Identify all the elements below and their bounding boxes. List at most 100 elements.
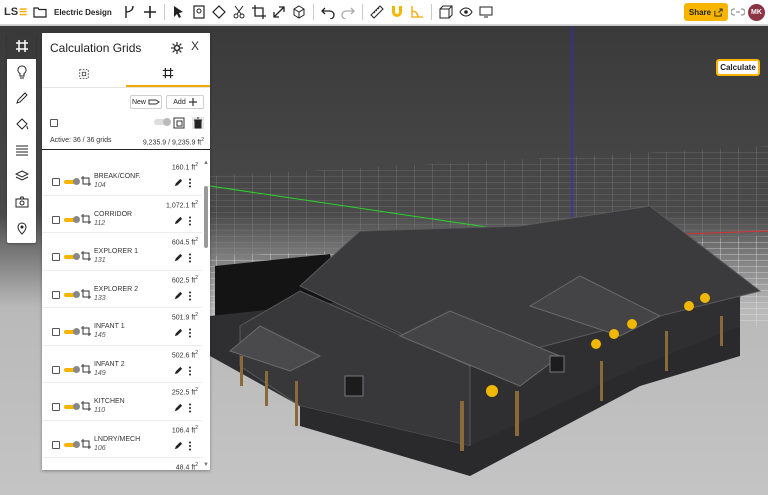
materials-tool[interactable] bbox=[7, 111, 36, 137]
calculate-button[interactable]: Calculate bbox=[716, 59, 760, 76]
grid-visibility-toggle[interactable] bbox=[64, 365, 80, 373]
folder-icon[interactable] bbox=[30, 0, 50, 25]
grid-list-scrollbar[interactable]: ▲ ▼ bbox=[202, 158, 210, 470]
grid-list[interactable]: 160.1 ft2 BREAK/CONF. 104 1,072.1 ft2 CO… bbox=[42, 158, 202, 470]
grid-visibility-toggle[interactable] bbox=[64, 290, 80, 298]
close-icon[interactable]: X bbox=[191, 39, 199, 53]
edit-pencil-icon[interactable] bbox=[174, 403, 183, 412]
grid-row[interactable]: 252.5 ft2 KITCHEN 110 bbox=[42, 383, 202, 421]
grid-checkbox[interactable] bbox=[52, 215, 60, 224]
magnet-icon[interactable] bbox=[387, 0, 407, 25]
grid-checkbox[interactable] bbox=[52, 440, 60, 449]
crop-icon[interactable] bbox=[81, 363, 91, 374]
grid-visibility-toggle[interactable] bbox=[64, 215, 80, 223]
draw-tool[interactable] bbox=[7, 85, 36, 111]
grid-row[interactable]: 604.5 ft2 EXPLORER 1 131 bbox=[42, 233, 202, 271]
share-button[interactable]: Share bbox=[684, 3, 728, 21]
crop-icon[interactable] bbox=[81, 438, 91, 449]
crop-icon[interactable] bbox=[81, 288, 91, 299]
scroll-thumb[interactable] bbox=[204, 186, 208, 248]
app: LS ☰ Electric Design Share MK Calculate … bbox=[0, 0, 768, 495]
grid-visibility-toggle[interactable] bbox=[64, 328, 80, 335]
grid-checkbox[interactable] bbox=[52, 290, 60, 299]
cube-dropdown-icon[interactable] bbox=[289, 0, 309, 25]
user-avatar[interactable]: MK bbox=[748, 4, 765, 21]
edit-pencil-icon[interactable] bbox=[174, 328, 183, 337]
grid-visibility-toggle[interactable] bbox=[64, 403, 80, 410]
more-options-icon[interactable] bbox=[188, 253, 192, 263]
crop-icon[interactable] bbox=[81, 326, 91, 336]
edit-pencil-icon[interactable] bbox=[174, 291, 183, 300]
more-options-icon[interactable] bbox=[188, 216, 192, 226]
copy-icon[interactable] bbox=[173, 117, 185, 129]
link-icon[interactable] bbox=[731, 5, 745, 19]
grid-name: INFANT 1 bbox=[94, 323, 125, 330]
scissors-icon[interactable] bbox=[229, 0, 249, 25]
grid-row[interactable]: 602.5 ft2 EXPLORER 2 133 bbox=[42, 271, 202, 308]
layers-list-tool[interactable] bbox=[7, 137, 36, 163]
angle-icon[interactable] bbox=[407, 0, 427, 25]
grid-hash-icon bbox=[15, 40, 28, 52]
grid-checkbox[interactable] bbox=[52, 365, 60, 374]
grid-row[interactable]: 1,072.1 ft2 CORRIDOR 112 bbox=[42, 196, 202, 233]
more-options-icon[interactable] bbox=[188, 366, 192, 376]
grid-checkbox[interactable] bbox=[52, 253, 60, 261]
crop-icon[interactable] bbox=[81, 401, 91, 411]
grid-row[interactable]: 501.9 ft2 INFANT 1 145 bbox=[42, 308, 202, 346]
more-options-icon[interactable] bbox=[188, 291, 192, 301]
branch-icon[interactable] bbox=[120, 0, 140, 25]
calculation-grids-tool[interactable] bbox=[7, 33, 36, 59]
screen-icon[interactable] bbox=[476, 0, 496, 25]
eye-icon[interactable] bbox=[456, 0, 476, 25]
place-fixture-icon[interactable] bbox=[189, 0, 209, 25]
more-options-icon[interactable] bbox=[188, 403, 192, 413]
redo-icon[interactable] bbox=[338, 0, 358, 25]
grid-visibility-toggle[interactable] bbox=[64, 178, 80, 185]
view-cube-icon[interactable] bbox=[436, 0, 456, 25]
location-tool[interactable] bbox=[7, 215, 36, 241]
area-unit-sup: 2 bbox=[195, 349, 198, 356]
scroll-down-icon[interactable]: ▼ bbox=[203, 462, 209, 468]
lighting-tool[interactable] bbox=[7, 59, 36, 85]
layers-tool[interactable] bbox=[7, 163, 36, 189]
new-grid-button[interactable]: New bbox=[130, 95, 162, 109]
grid-row[interactable]: 502.6 ft2 INFANT 2 149 bbox=[42, 346, 202, 383]
crop-icon[interactable] bbox=[249, 0, 269, 25]
edit-pencil-icon[interactable] bbox=[174, 366, 183, 375]
gear-icon[interactable] bbox=[171, 42, 183, 54]
rotate-icon[interactable] bbox=[209, 0, 229, 25]
add-grid-button[interactable]: Add bbox=[166, 95, 204, 109]
grid-row[interactable]: 160.1 ft2 BREAK/CONF. 104 bbox=[42, 158, 202, 196]
more-options-icon[interactable] bbox=[188, 328, 192, 338]
select-cursor-icon[interactable] bbox=[169, 0, 189, 25]
area-unit-sup: 2 bbox=[195, 312, 198, 318]
grid-row[interactable]: 106.4 ft2 LNDRY/MECH 106 bbox=[42, 421, 202, 458]
more-options-icon[interactable] bbox=[188, 178, 192, 188]
add-icon[interactable] bbox=[140, 0, 160, 25]
grid-checkbox[interactable] bbox=[52, 178, 60, 186]
trash-icon[interactable] bbox=[192, 117, 204, 129]
undo-icon[interactable] bbox=[318, 0, 338, 25]
grid-checkbox[interactable] bbox=[52, 328, 60, 336]
more-options-icon[interactable] bbox=[188, 441, 192, 451]
edit-pencil-icon[interactable] bbox=[174, 253, 183, 262]
app-logo[interactable]: LS ☰ bbox=[0, 0, 30, 25]
grid-visibility-toggle[interactable] bbox=[64, 253, 80, 260]
crop-icon[interactable] bbox=[81, 213, 91, 224]
crop-icon[interactable] bbox=[81, 176, 91, 186]
tab-grid-select[interactable] bbox=[42, 61, 126, 87]
crop-icon[interactable] bbox=[81, 251, 91, 261]
scroll-up-icon[interactable]: ▲ bbox=[203, 160, 209, 166]
ruler-icon[interactable] bbox=[367, 0, 387, 25]
tab-grids[interactable] bbox=[126, 61, 210, 87]
toggle-all-switch[interactable] bbox=[154, 118, 171, 126]
select-all-checkbox[interactable] bbox=[50, 119, 58, 127]
grid-visibility-toggle[interactable] bbox=[64, 440, 80, 448]
edit-pencil-icon[interactable] bbox=[174, 178, 183, 187]
edit-pencil-icon[interactable] bbox=[174, 216, 183, 225]
project-name[interactable]: Electric Design bbox=[54, 0, 112, 25]
grid-checkbox[interactable] bbox=[52, 403, 60, 411]
scale-icon[interactable] bbox=[269, 0, 289, 25]
edit-pencil-icon[interactable] bbox=[174, 441, 183, 450]
camera-tool[interactable] bbox=[7, 189, 36, 215]
